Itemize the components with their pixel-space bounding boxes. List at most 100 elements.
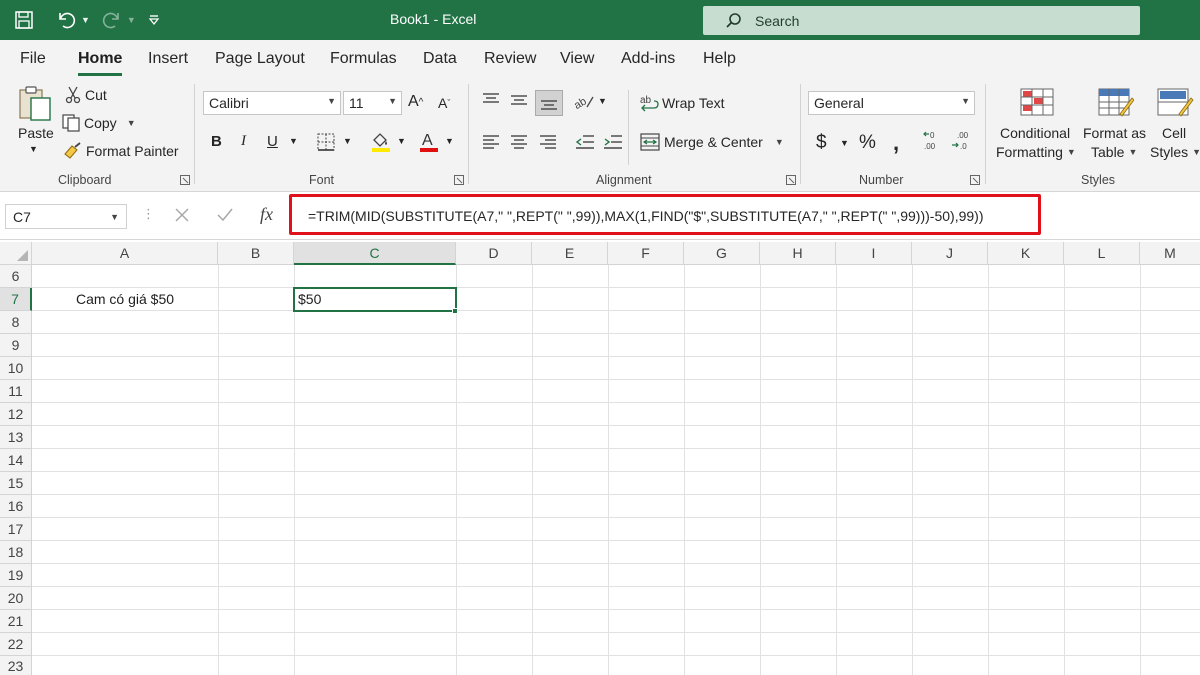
row-header-11[interactable]: 11 — [0, 380, 32, 403]
row-header-20[interactable]: 20 — [0, 587, 32, 610]
fill-color-dropdown-icon[interactable]: ▼ — [397, 136, 406, 146]
comma-style-icon[interactable]: , — [893, 130, 899, 156]
format-as-table-icon[interactable] — [1098, 88, 1134, 118]
font-color-icon[interactable]: A — [418, 130, 440, 154]
tab-page-layout[interactable]: Page Layout — [215, 50, 305, 68]
align-right-icon[interactable] — [539, 134, 557, 150]
font-color-dropdown-icon[interactable]: ▼ — [445, 136, 454, 146]
row-header-16[interactable]: 16 — [0, 495, 32, 518]
font-name-select[interactable]: Calibri ▼ — [203, 91, 341, 115]
conditional-formatting-button[interactable]: Formatting ▼ — [996, 144, 1076, 160]
tab-insert[interactable]: Insert — [148, 50, 188, 68]
column-header-h[interactable]: H — [760, 242, 836, 265]
conditional-formatting-label-1[interactable]: Conditional — [1000, 125, 1070, 141]
row-header-8[interactable]: 8 — [0, 311, 32, 334]
cell-styles-icon[interactable] — [1157, 88, 1195, 118]
tab-home[interactable]: Home — [78, 50, 123, 76]
merge-center-button[interactable]: Merge & Center ▼ — [640, 133, 784, 151]
tab-data[interactable]: Data — [423, 50, 457, 68]
tab-view[interactable]: View — [560, 50, 594, 68]
merge-center-dropdown-icon[interactable]: ▼ — [775, 137, 784, 147]
borders-icon[interactable] — [316, 132, 336, 152]
cell-a7[interactable]: Cam có giá $50 — [32, 291, 218, 307]
row-header-21[interactable]: 21 — [0, 610, 32, 633]
column-header-l[interactable]: L — [1064, 242, 1140, 265]
row-header-7[interactable]: 7 — [0, 288, 32, 311]
column-header-d[interactable]: D — [456, 242, 532, 265]
row-header-17[interactable]: 17 — [0, 518, 32, 541]
number-format-select[interactable]: General ▼ — [808, 91, 975, 115]
name-box-dropdown-icon[interactable]: ▼ — [110, 212, 119, 222]
currency-dropdown-icon[interactable]: ▼ — [840, 138, 849, 148]
conditional-formatting-icon[interactable] — [1020, 88, 1054, 116]
format-as-table-label-1[interactable]: Format as — [1083, 125, 1146, 141]
alignment-launcher-icon[interactable] — [786, 175, 796, 185]
align-middle-icon[interactable] — [510, 92, 528, 108]
decrease-decimal-icon[interactable]: .00.0 — [951, 130, 973, 152]
redo-dropdown-icon[interactable]: ▼ — [127, 15, 136, 25]
bold-icon[interactable]: B — [211, 133, 222, 150]
name-box[interactable]: C7 ▼ — [5, 204, 127, 229]
worksheet-grid[interactable]: A B C D E F G H I J K L M 6 7 8 9 10 11 … — [0, 242, 1200, 675]
percent-icon[interactable]: % — [859, 132, 876, 154]
wrap-text-button[interactable]: ab Wrap Text — [640, 94, 725, 112]
save-icon[interactable] — [14, 6, 34, 34]
column-header-m[interactable]: M — [1140, 242, 1200, 265]
row-header-23[interactable]: 23 — [0, 656, 32, 675]
insert-function-icon[interactable]: fx — [260, 204, 273, 225]
font-size-dropdown-icon[interactable]: ▼ — [388, 96, 397, 106]
cell-styles-label-1[interactable]: Cell — [1162, 125, 1186, 141]
copy-button[interactable]: Copy ▼ — [62, 114, 136, 132]
column-header-j[interactable]: J — [912, 242, 988, 265]
cell-styles-button[interactable]: Styles ▼ — [1150, 144, 1200, 160]
increase-indent-icon[interactable] — [603, 134, 623, 150]
row-header-12[interactable]: 12 — [0, 403, 32, 426]
column-header-g[interactable]: G — [684, 242, 760, 265]
borders-dropdown-icon[interactable]: ▼ — [343, 136, 352, 146]
enter-icon[interactable] — [216, 207, 234, 223]
row-header-22[interactable]: 22 — [0, 633, 32, 656]
orientation-icon[interactable]: ab — [573, 91, 595, 111]
column-header-b[interactable]: B — [218, 242, 294, 265]
decrease-indent-icon[interactable] — [575, 134, 595, 150]
paste-button[interactable]: Paste — [18, 125, 54, 141]
tab-review[interactable]: Review — [484, 50, 536, 68]
align-left-icon[interactable] — [482, 134, 500, 150]
column-header-a[interactable]: A — [32, 242, 218, 265]
redo-icon[interactable] — [102, 6, 122, 34]
column-header-c[interactable]: C — [294, 242, 456, 265]
align-bottom-icon[interactable] — [535, 90, 563, 116]
undo-dropdown-icon[interactable]: ▼ — [81, 15, 90, 25]
font-launcher-icon[interactable] — [454, 175, 464, 185]
row-header-6[interactable]: 6 — [0, 265, 32, 288]
cancel-icon[interactable] — [174, 207, 190, 223]
cut-button[interactable]: Cut — [64, 86, 107, 104]
format-as-table-button[interactable]: Table ▼ — [1091, 144, 1137, 160]
tab-formulas[interactable]: Formulas — [330, 50, 397, 68]
copy-dropdown-icon[interactable]: ▼ — [127, 118, 136, 128]
column-header-f[interactable]: F — [608, 242, 684, 265]
customize-qat-icon[interactable] — [148, 6, 160, 34]
format-painter-button[interactable]: Format Painter — [62, 142, 179, 160]
row-header-18[interactable]: 18 — [0, 541, 32, 564]
font-size-select[interactable]: 11 ▼ — [343, 91, 402, 115]
tab-file[interactable]: File — [20, 50, 46, 68]
number-launcher-icon[interactable] — [970, 175, 980, 185]
underline-icon[interactable]: U — [267, 133, 278, 150]
increase-decimal-icon[interactable]: 0.00 — [922, 130, 944, 152]
paste-icon[interactable] — [16, 84, 54, 124]
number-format-dropdown-icon[interactable]: ▼ — [961, 96, 970, 106]
row-header-9[interactable]: 9 — [0, 334, 32, 357]
align-center-icon[interactable] — [510, 134, 528, 150]
font-name-dropdown-icon[interactable]: ▼ — [327, 96, 336, 106]
search-box[interactable]: Search — [703, 6, 1140, 35]
row-header-15[interactable]: 15 — [0, 472, 32, 495]
row-header-10[interactable]: 10 — [0, 357, 32, 380]
tab-help[interactable]: Help — [703, 50, 736, 68]
paste-dropdown-icon[interactable]: ▼ — [29, 144, 38, 154]
italic-icon[interactable]: I — [241, 133, 246, 150]
undo-icon[interactable] — [56, 6, 76, 34]
tab-add-ins[interactable]: Add-ins — [621, 50, 675, 68]
row-header-13[interactable]: 13 — [0, 426, 32, 449]
currency-icon[interactable]: $ — [816, 132, 827, 154]
